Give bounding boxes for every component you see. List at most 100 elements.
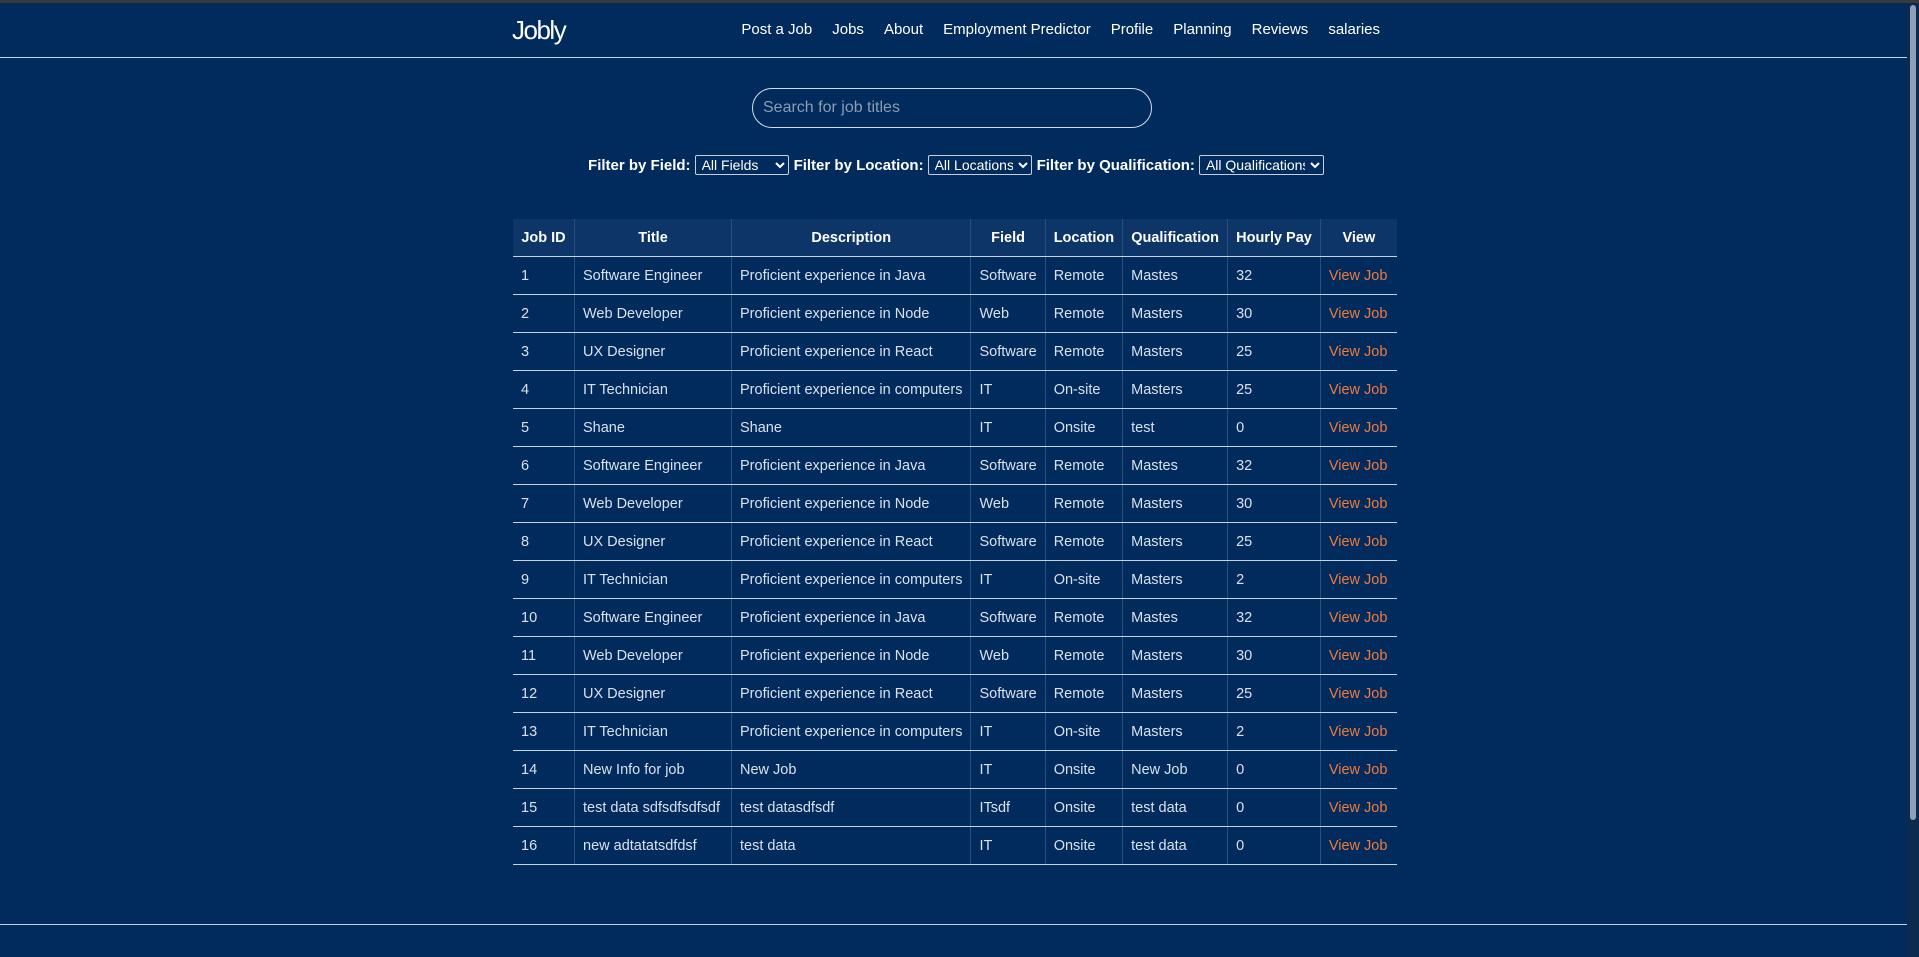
filter-field-select[interactable]: All Fields [694, 155, 789, 175]
table-cell: View Job [1319, 826, 1397, 865]
view-job-link[interactable]: View Job [1329, 382, 1388, 398]
cell-location: Remote [1044, 484, 1123, 523]
cell-hourly-pay: 32 [1227, 598, 1321, 637]
cell-title: Shane [574, 408, 732, 447]
brand-logo[interactable]: Jobly [512, 15, 567, 46]
view-job-link[interactable]: View Job [1329, 724, 1388, 740]
table-cell: View Job [1319, 788, 1397, 827]
cell-qualification: Masters [1122, 484, 1228, 523]
cell-hourly-pay: 0 [1227, 408, 1321, 447]
view-job-link[interactable]: View Job [1329, 610, 1388, 626]
search-input[interactable] [752, 88, 1152, 128]
cell-job-id: 14 [513, 750, 575, 789]
cell-qualification: Masters [1122, 332, 1228, 371]
cell-job-id: 6 [513, 446, 575, 485]
view-job-link[interactable]: View Job [1329, 496, 1388, 512]
cell-job-id: 2 [513, 294, 575, 333]
cell-location: Remote [1044, 674, 1123, 713]
cell-field: Web [970, 636, 1046, 675]
view-job-link[interactable]: View Job [1329, 648, 1388, 664]
cell-hourly-pay: 25 [1227, 332, 1321, 371]
view-job-link[interactable]: View Job [1329, 420, 1388, 436]
nav-planning[interactable]: Planning [1173, 21, 1231, 38]
header-view: View [1319, 219, 1397, 257]
cell-job-id: 13 [513, 712, 575, 751]
cell-hourly-pay: 2 [1227, 560, 1321, 599]
view-job-link[interactable]: View Job [1329, 534, 1388, 550]
cell-description: Proficient experience in Java [730, 256, 971, 295]
cell-hourly-pay: 0 [1227, 750, 1321, 789]
page-scrollbar[interactable] [1907, 3, 1919, 957]
cell-location: Remote [1044, 256, 1123, 295]
table-cell: View Job [1319, 674, 1397, 713]
cell-title: Web Developer [574, 636, 732, 675]
cell-title: Web Developer [574, 484, 732, 523]
cell-location: Remote [1044, 522, 1123, 561]
cell-location: On-site [1044, 712, 1123, 751]
cell-job-id: 16 [513, 826, 575, 865]
nav-about[interactable]: About [884, 21, 923, 38]
filter-bar: Filter by Field: All Fields Filter by Lo… [0, 155, 1907, 175]
nav-profile[interactable]: Profile [1111, 21, 1154, 38]
header-description: Description [730, 219, 971, 257]
cell-job-id: 15 [513, 788, 575, 827]
filter-location-select[interactable]: All Locations [927, 155, 1032, 175]
filter-qualification-select[interactable]: All Qualifications [1198, 155, 1324, 175]
nav-reviews[interactable]: Reviews [1252, 21, 1309, 38]
view-job-link[interactable]: View Job [1329, 306, 1388, 322]
view-job-link[interactable]: View Job [1329, 762, 1388, 778]
jobs-table: Job ID Title Description Field Location … [513, 219, 1397, 865]
cell-title: Software Engineer [574, 256, 732, 295]
view-job-link[interactable]: View Job [1329, 344, 1388, 360]
cell-field: IT [970, 560, 1046, 599]
cell-location: On-site [1044, 370, 1123, 409]
cell-field: Web [970, 484, 1046, 523]
cell-location: Onsite [1044, 750, 1123, 789]
cell-job-id: 3 [513, 332, 575, 371]
cell-title: Software Engineer [574, 446, 732, 485]
view-job-link[interactable]: View Job [1329, 686, 1388, 702]
cell-field: Web [970, 294, 1046, 333]
cell-location: Remote [1044, 446, 1123, 485]
cell-field: IT [970, 712, 1046, 751]
cell-description: Proficient experience in Java [730, 446, 971, 485]
cell-qualification: Masters [1122, 712, 1228, 751]
cell-hourly-pay: 25 [1227, 522, 1321, 561]
cell-field: Software [970, 446, 1046, 485]
cell-field: IT [970, 826, 1046, 865]
view-job-link[interactable]: View Job [1329, 458, 1388, 474]
view-job-link[interactable]: View Job [1329, 838, 1388, 854]
table-row: 2 Web Developer Proficient experience in N… [513, 294, 1397, 333]
cell-title: Web Developer [574, 294, 732, 333]
nav-employment-predictor[interactable]: Employment Predictor [943, 21, 1091, 38]
cell-title: IT Technician [574, 370, 732, 409]
cell-location: Onsite [1044, 788, 1123, 827]
header-field: Field [970, 219, 1046, 257]
cell-title: IT Technician [574, 560, 732, 599]
view-job-link[interactable]: View Job [1329, 572, 1388, 588]
header-hourly-pay: Hourly Pay [1227, 219, 1321, 257]
cell-hourly-pay: 30 [1227, 294, 1321, 333]
cell-job-id: 8 [513, 522, 575, 561]
cell-job-id: 12 [513, 674, 575, 713]
cell-qualification: Masters [1122, 560, 1228, 599]
cell-description: Proficient experience in computers [730, 370, 971, 409]
cell-description: Proficient experience in Node [730, 636, 971, 675]
cell-qualification: Masters [1122, 294, 1228, 333]
view-job-link[interactable]: View Job [1329, 800, 1388, 816]
scrollbar-thumb[interactable] [1910, 5, 1916, 820]
nav-jobs[interactable]: Jobs [832, 21, 864, 38]
nav-links: Post a Job Jobs About Employment Predict… [721, 21, 1380, 38]
cell-description: Proficient experience in computers [730, 560, 971, 599]
cell-field: IT [970, 408, 1046, 447]
table-row: 11 Web Developer Proficient experience in … [513, 636, 1397, 675]
cell-location: Onsite [1044, 408, 1123, 447]
nav-salaries[interactable]: salaries [1328, 21, 1380, 38]
nav-post-a-job[interactable]: Post a Job [741, 21, 812, 38]
cell-qualification: test data [1122, 826, 1228, 865]
cell-qualification: Masters [1122, 674, 1228, 713]
table-cell: View Job [1319, 484, 1397, 523]
view-job-link[interactable]: View Job [1329, 268, 1388, 284]
filter-qualification-label: Filter by Qualification: [1036, 156, 1195, 174]
cell-field: Software [970, 256, 1046, 295]
